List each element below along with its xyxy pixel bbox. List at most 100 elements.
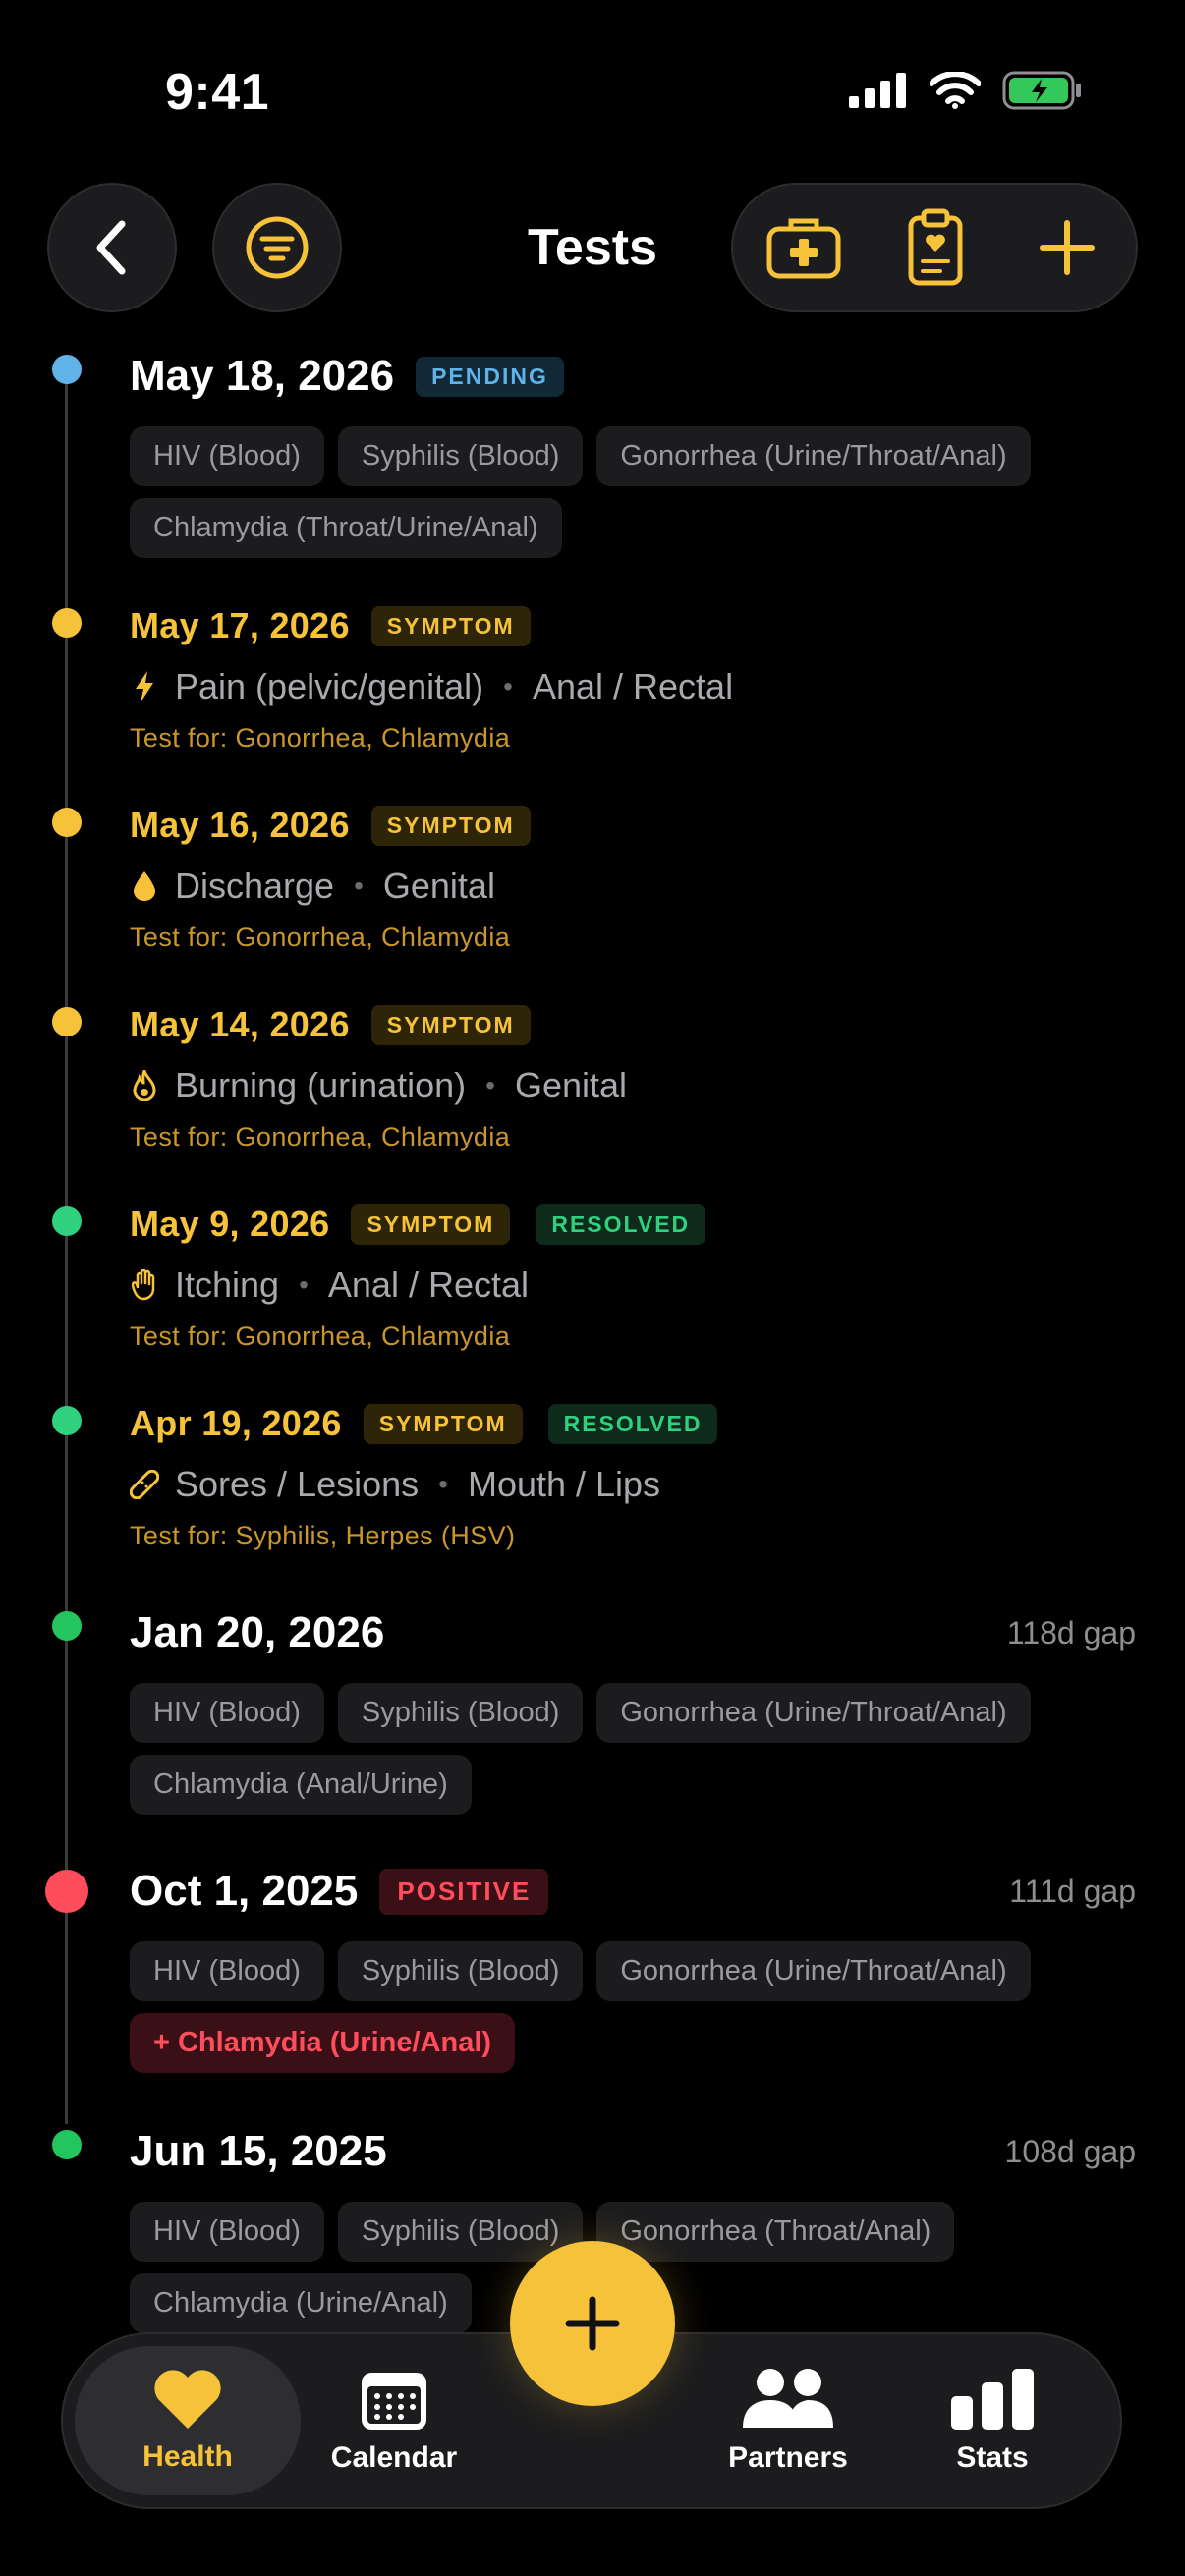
timeline-dot xyxy=(52,1206,82,1236)
test-chips: HIV (Blood) Syphilis (Blood) Gonorrhea (… xyxy=(130,1683,1122,1815)
timeline-dot xyxy=(52,2130,82,2159)
test-entry[interactable]: Oct 1, 2025 POSITIVE 111d gap HIV (Blood… xyxy=(130,1867,1136,2073)
gap-label: 118d gap xyxy=(1006,1614,1136,1651)
timeline-dot xyxy=(52,1007,82,1036)
test-chip: Gonorrhea (Urine/Throat/Anal) xyxy=(596,1683,1031,1743)
add-button[interactable] xyxy=(1008,185,1126,310)
plus-icon xyxy=(1040,220,1095,275)
test-chips: HIV (Blood) Syphilis (Blood) Gonorrhea (… xyxy=(130,1941,1122,2073)
entry-date: May 14, 2026 xyxy=(130,1004,350,1044)
test-chip: Syphilis (Blood) xyxy=(337,2202,584,2262)
symptom-badge: SYMPTOM xyxy=(370,1004,531,1045)
positive-test-chip: + Chlamydia (Urine/Anal) xyxy=(130,2013,516,2073)
timeline-dot xyxy=(52,608,82,638)
symptom-badge: SYMPTOM xyxy=(370,805,531,846)
tab-calendar[interactable]: Calendar xyxy=(320,2334,468,2507)
test-for-text: Test for: Gonorrhea, Chlamydia xyxy=(130,1122,511,1151)
timeline-dot xyxy=(52,1611,82,1641)
test-chip: HIV (Blood) xyxy=(130,1683,324,1743)
gap-label: 108d gap xyxy=(1004,2133,1136,2169)
symptom-site: Genital xyxy=(514,1065,628,1105)
test-chip: Chlamydia (Anal/Urine) xyxy=(130,1755,472,1815)
tab-label: Stats xyxy=(956,2441,1029,2474)
status-badge: PENDING xyxy=(416,356,564,397)
status-icons xyxy=(849,71,1083,110)
entry-date: Apr 19, 2026 xyxy=(130,1403,342,1443)
symptom-badge: SYMPTOM xyxy=(370,605,531,646)
bolt-icon xyxy=(130,669,159,704)
symptom-entry[interactable]: May 14, 2026 SYMPTOM Burning (urination)… xyxy=(130,1004,1136,1152)
timeline-dot xyxy=(52,355,82,384)
resolved-badge: RESOLVED xyxy=(547,1403,718,1444)
positive-badge: POSITIVE xyxy=(379,1868,549,1915)
separator-dot: • xyxy=(485,1070,495,1100)
entry-date: May 16, 2026 xyxy=(130,805,350,845)
bandage-icon xyxy=(130,1467,159,1502)
battery-charging-icon xyxy=(1002,71,1081,110)
entry-date: May 18, 2026 xyxy=(130,352,395,400)
wifi-icon xyxy=(930,72,981,109)
symptom-entry[interactable]: May 16, 2026 SYMPTOM Discharge • Genital… xyxy=(130,805,1136,953)
test-chip: Syphilis (Blood) xyxy=(337,426,584,486)
test-chip: Gonorrhea (Urine/Throat/Anal) xyxy=(596,1941,1031,2001)
symptom-site: Anal / Rectal xyxy=(532,666,734,706)
add-entry-fab[interactable] xyxy=(510,2241,675,2406)
test-for-text: Test for: Gonorrhea, Chlamydia xyxy=(130,923,511,952)
header-actions xyxy=(731,183,1138,312)
entry-date: Jun 15, 2025 xyxy=(130,2127,387,2175)
plus-icon xyxy=(565,2296,620,2351)
symptom-name: Sores / Lesions xyxy=(175,1464,420,1504)
separator-dot: • xyxy=(438,1469,448,1499)
status-time: 9:41 xyxy=(165,64,270,121)
symptom-name: Itching xyxy=(175,1264,280,1305)
timeline-dot xyxy=(52,1406,82,1435)
test-entry[interactable]: May 18, 2026 PENDING HIV (Blood) Syphili… xyxy=(130,352,1136,558)
entry-date: Jan 20, 2026 xyxy=(130,1608,385,1656)
clipboard-heart-icon xyxy=(908,208,963,286)
first-aid-kit-icon xyxy=(766,218,841,279)
test-chip: Syphilis (Blood) xyxy=(337,1941,584,2001)
people-icon xyxy=(743,2369,833,2428)
entry-date: Oct 1, 2025 xyxy=(130,1867,359,1915)
separator-dot: • xyxy=(503,671,513,701)
separator-dot: • xyxy=(354,870,364,901)
symptom-log-button[interactable] xyxy=(876,185,994,310)
tab-label: Health xyxy=(142,2440,233,2473)
add-test-kit-button[interactable] xyxy=(745,185,863,310)
tab-stats[interactable]: Stats xyxy=(933,2334,1051,2507)
entry-date: May 17, 2026 xyxy=(130,605,350,645)
droplet-icon xyxy=(130,868,159,904)
tab-health[interactable]: Health xyxy=(75,2346,301,2495)
separator-dot: • xyxy=(299,1269,309,1300)
symptom-site: Anal / Rectal xyxy=(327,1264,529,1305)
test-chip: Syphilis (Blood) xyxy=(337,1683,584,1743)
symptom-site: Genital xyxy=(382,866,495,906)
resolved-badge: RESOLVED xyxy=(536,1204,706,1245)
symptom-entry[interactable]: May 9, 2026 SYMPTOM RESOLVED Itching • A… xyxy=(130,1204,1136,1352)
cellular-signal-icon xyxy=(849,73,906,108)
timeline-dot xyxy=(52,808,82,837)
test-entry[interactable]: Jan 20, 2026 118d gap HIV (Blood) Syphil… xyxy=(130,1608,1136,1815)
test-chips: HIV (Blood) Syphilis (Blood) Gonorrhea (… xyxy=(130,426,1122,558)
gap-label: 111d gap xyxy=(1009,1873,1136,1909)
tab-label: Calendar xyxy=(330,2441,458,2474)
symptom-entry[interactable]: May 17, 2026 SYMPTOM Pain (pelvic/genita… xyxy=(130,605,1136,754)
calendar-icon xyxy=(362,2373,426,2430)
bar-chart-icon xyxy=(951,2369,1034,2430)
flame-icon xyxy=(130,1068,159,1103)
symptom-entry[interactable]: Apr 19, 2026 SYMPTOM RESOLVED Sores / Le… xyxy=(130,1403,1136,1551)
test-chip: HIV (Blood) xyxy=(130,1941,324,2001)
test-for-text: Test for: Gonorrhea, Chlamydia xyxy=(130,1321,511,1351)
test-chip: HIV (Blood) xyxy=(130,426,324,486)
entry-date: May 9, 2026 xyxy=(130,1204,330,1244)
tab-label: Partners xyxy=(728,2441,848,2474)
symptom-badge: SYMPTOM xyxy=(363,1403,523,1444)
heart-icon xyxy=(154,2370,221,2429)
test-for-text: Test for: Gonorrhea, Chlamydia xyxy=(130,723,511,753)
timeline-dot-positive xyxy=(45,1870,88,1913)
symptom-name: Burning (urination) xyxy=(175,1065,467,1105)
hand-icon xyxy=(130,1267,159,1303)
test-for-text: Test for: Syphilis, Herpes (HSV) xyxy=(130,1521,516,1550)
tab-partners[interactable]: Partners xyxy=(715,2334,861,2507)
symptom-badge: SYMPTOM xyxy=(351,1204,511,1245)
